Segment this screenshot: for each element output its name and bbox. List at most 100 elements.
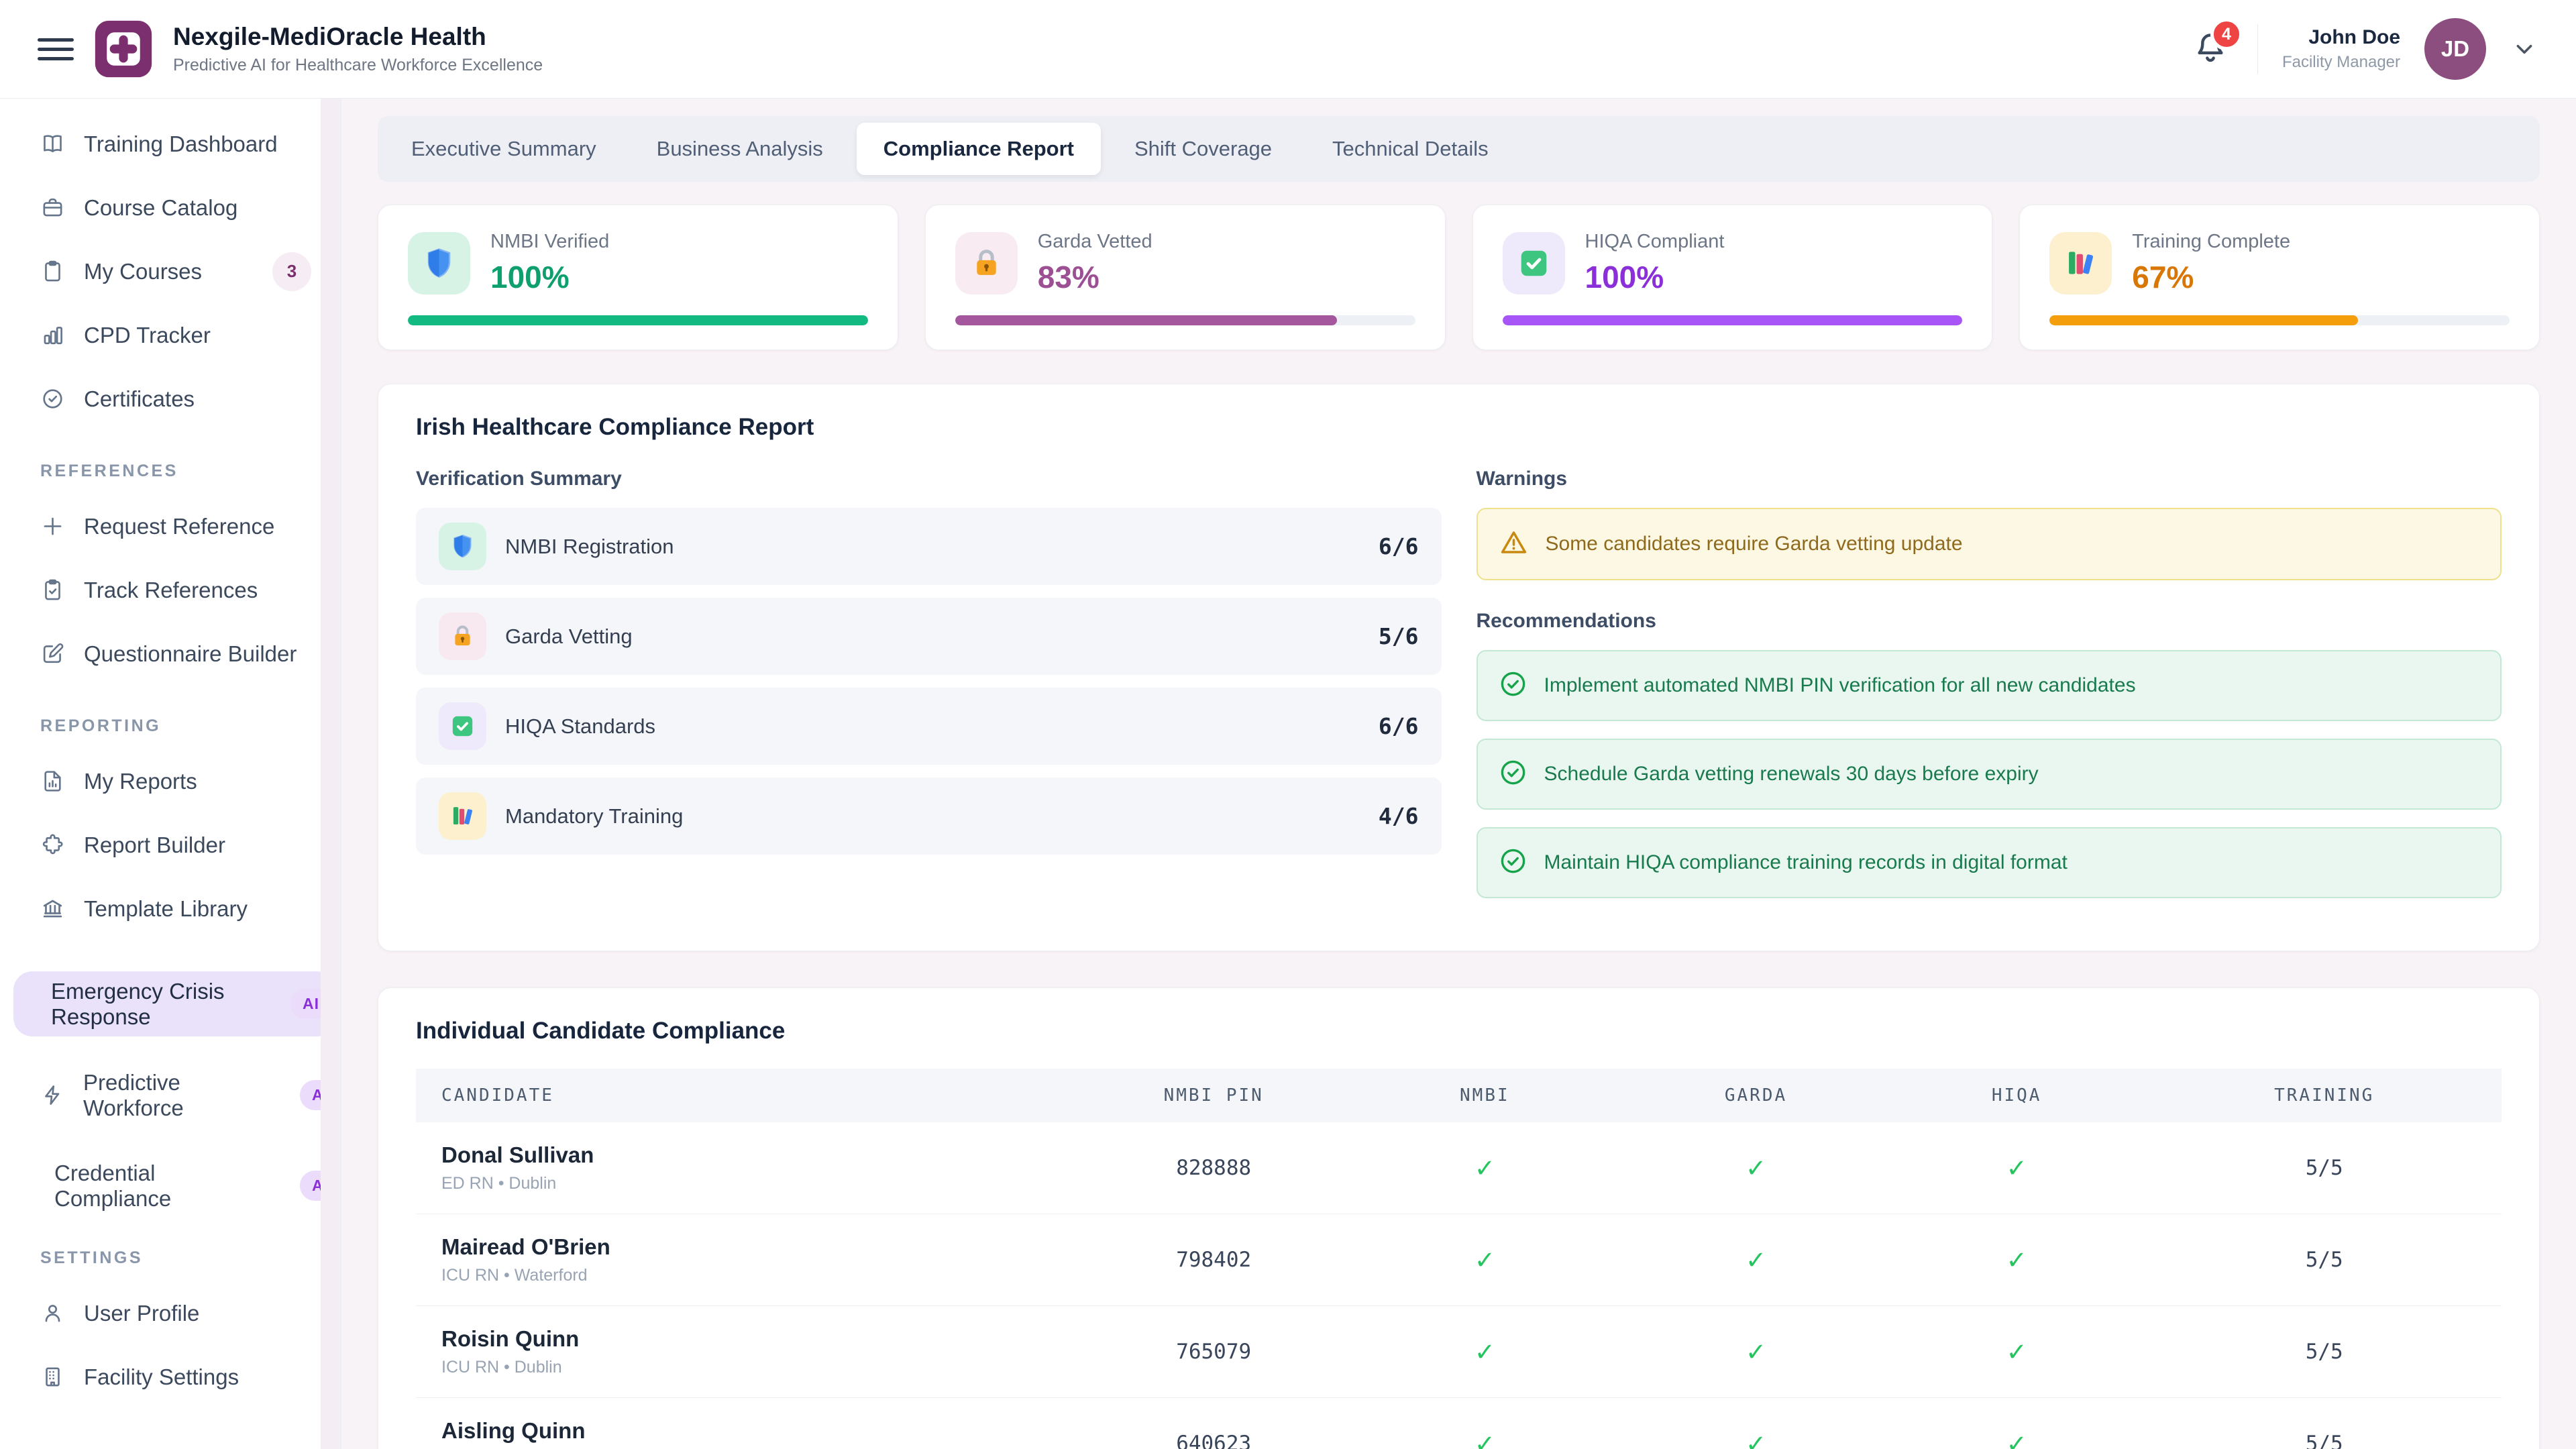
stat-card-nmbi-verified: NMBI Verified100% <box>378 205 898 350</box>
nmbi-check-cell: ✓ <box>1344 1306 1626 1398</box>
app-logo <box>94 19 153 78</box>
briefcase-icon <box>40 195 66 220</box>
sidebar-item-facility-settings[interactable]: Facility Settings <box>0 1345 341 1409</box>
avatar[interactable]: JD <box>2424 18 2486 80</box>
sidebar-item-certificates[interactable]: Certificates <box>0 367 341 431</box>
sidebar-item-label: Report Builder <box>84 833 225 858</box>
user-icon <box>40 1301 66 1326</box>
sidebar-item-label: My Courses <box>84 259 202 284</box>
count-badge: 3 <box>272 252 311 291</box>
sidebar-item-cpd-tracker[interactable]: CPD Tracker <box>0 303 341 367</box>
check-circle-icon <box>1498 669 1528 702</box>
column-header-training: TRAINING <box>2147 1069 2502 1122</box>
recommendation-text: Implement automated NMBI PIN verificatio… <box>1544 674 2136 697</box>
sidebar-item-label: Track References <box>84 578 258 603</box>
main-content: Executive SummaryBusiness AnalysisCompli… <box>341 99 2576 1449</box>
tab-business-analysis[interactable]: Business Analysis <box>630 123 850 175</box>
sidebar-item-course-catalog[interactable]: Course Catalog <box>0 176 341 239</box>
training-cell: 5/5 <box>2147 1306 2502 1398</box>
chevron-down-icon[interactable] <box>2510 35 2538 63</box>
stat-label: NMBI Verified <box>490 231 609 253</box>
column-header-nmbi: NMBI <box>1344 1069 1626 1122</box>
pencil-square-icon <box>40 641 66 666</box>
stat-cards-row: NMBI Verified100%Garda Vetted83%HIQA Com… <box>378 205 2540 350</box>
notifications-button[interactable]: 4 <box>2188 26 2233 72</box>
table-title: Individual Candidate Compliance <box>416 1018 2502 1044</box>
candidate-name: Donal Sullivan <box>441 1142 1083 1168</box>
candidate-table: CANDIDATENMBI PINNMBIGARDAHIQATRAINING D… <box>416 1069 2502 1449</box>
bank-icon <box>40 896 66 921</box>
tab-shift-coverage[interactable]: Shift Coverage <box>1108 123 1299 175</box>
garda-check-cell: ✓ <box>1625 1122 1886 1214</box>
verification-item-hiqa-standards: HIQA Standards6/6 <box>416 688 1442 765</box>
table-row[interactable]: Roisin QuinnICU RN • Dublin765079✓✓✓5/5 <box>416 1306 2502 1398</box>
tab-bar: Executive SummaryBusiness AnalysisCompli… <box>378 116 2540 182</box>
sidebar-item-label: Certificates <box>84 386 195 412</box>
progress-bar <box>2049 315 2510 325</box>
warning-text: Some candidates require Garda vetting up… <box>1546 533 1963 555</box>
column-header-candidate: CANDIDATE <box>416 1069 1083 1122</box>
column-header-garda: GARDA <box>1625 1069 1886 1122</box>
verification-label: Garda Vetting <box>505 625 633 649</box>
clipboard-icon <box>40 259 66 284</box>
verification-value: 6/6 <box>1379 533 1419 559</box>
sidebar-item-training-dashboard[interactable]: Training Dashboard <box>0 112 341 176</box>
puzzle-icon <box>40 833 66 857</box>
sidebar-item-template-library[interactable]: Template Library <box>0 877 341 941</box>
sidebar-item-label: CPD Tracker <box>84 323 211 348</box>
sidebar-item-label: Credential Compliance <box>54 1161 270 1212</box>
stat-card-training-complete: Training Complete67% <box>2019 205 2540 350</box>
sidebar-section-label: SETTINGS <box>40 1248 341 1268</box>
books-icon <box>439 792 486 840</box>
sidebar-item-user-profile[interactable]: User Profile <box>0 1281 341 1345</box>
table-row[interactable]: Aisling QuinnMed-Surg RN • Meath640623✓✓… <box>416 1398 2502 1449</box>
brand-block: Nexgile-MediOracle Health Predictive AI … <box>173 23 543 75</box>
user-name: John Doe <box>2282 26 2400 49</box>
recommendations-label: Recommendations <box>1477 610 2502 633</box>
sidebar-item-label: Request Reference <box>84 514 274 539</box>
hiqa-check-cell: ✓ <box>1886 1122 2147 1214</box>
header-divider <box>2257 24 2258 74</box>
stat-meta: NMBI Verified100% <box>490 231 609 295</box>
table-row[interactable]: Mairead O'BrienICU RN • Waterford798402✓… <box>416 1214 2502 1306</box>
warnings-column: Warnings Some candidates require Garda v… <box>1477 468 2502 916</box>
check-square-icon <box>439 702 486 750</box>
hiqa-check-cell: ✓ <box>1886 1398 2147 1449</box>
sidebar-item-report-builder[interactable]: Report Builder <box>0 813 341 877</box>
sidebar-item-predictive-workforce[interactable]: Predictive WorkforceAI <box>0 1063 341 1127</box>
plus-icon <box>40 514 66 539</box>
sidebar-item-my-reports[interactable]: My Reports <box>0 749 341 813</box>
warnings-label: Warnings <box>1477 468 2502 490</box>
recommendation-item: Implement automated NMBI PIN verificatio… <box>1477 650 2502 721</box>
tab-executive-summary[interactable]: Executive Summary <box>384 123 623 175</box>
sidebar-item-request-reference[interactable]: Request Reference <box>0 494 341 558</box>
app-title: Nexgile-MediOracle Health <box>173 23 543 51</box>
sidebar-item-track-references[interactable]: Track References <box>0 558 341 622</box>
nmbi-pin-cell: 798402 <box>1083 1214 1344 1306</box>
verification-label: Mandatory Training <box>505 804 683 828</box>
nmbi-pin-cell: 828888 <box>1083 1122 1344 1214</box>
hamburger-menu-icon[interactable] <box>38 38 74 60</box>
progress-fill <box>955 315 1337 325</box>
hiqa-check-cell: ✓ <box>1886 1306 2147 1398</box>
candidate-detail: ED RN • Dublin <box>441 1174 1083 1193</box>
progress-fill <box>408 315 868 325</box>
verification-label: HIQA Standards <box>505 714 655 739</box>
recommendation-item: Maintain HIQA compliance training record… <box>1477 827 2502 898</box>
sidebar-item-questionnaire-builder[interactable]: Questionnaire Builder <box>0 622 341 686</box>
shield-icon <box>408 232 470 294</box>
sidebar-scrollbar[interactable] <box>321 99 341 1449</box>
tab-compliance-report[interactable]: Compliance Report <box>857 123 1101 175</box>
check-square-icon <box>1503 232 1565 294</box>
nmbi-pin-cell: 765079 <box>1083 1306 1344 1398</box>
stat-card-hiqa-compliant: HIQA Compliant100% <box>1472 205 1993 350</box>
candidate-name: Aisling Quinn <box>441 1418 1083 1444</box>
sidebar-item-credential-compliance[interactable]: Credential ComplianceAI <box>0 1154 341 1218</box>
stat-value: 67% <box>2132 259 2290 295</box>
sidebar-item-emergency-crisis-response[interactable]: Emergency Crisis ResponseAI <box>13 971 335 1036</box>
sidebar-item-my-courses[interactable]: My Courses 3 <box>0 239 341 303</box>
tab-technical-details[interactable]: Technical Details <box>1305 123 1515 175</box>
candidate-cell: Roisin QuinnICU RN • Dublin <box>416 1306 1083 1398</box>
table-row[interactable]: Donal SullivanED RN • Dublin828888✓✓✓5/5 <box>416 1122 2502 1214</box>
column-header-nmbi-pin: NMBI PIN <box>1083 1069 1344 1122</box>
